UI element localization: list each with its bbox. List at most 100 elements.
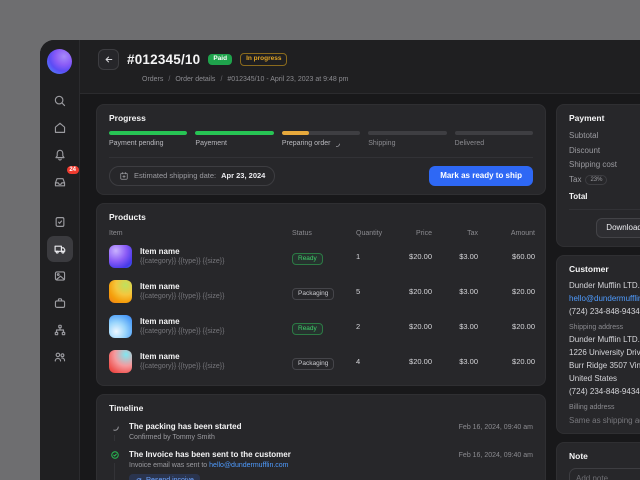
spinner-icon: [333, 140, 341, 148]
step-payment: Payement: [195, 131, 274, 148]
shipping-date-label: Estimated shipping date:: [134, 171, 217, 180]
timeline-timestamp: Feb 16, 2024, 09:40 am: [458, 423, 533, 431]
inbox-badge: 24: [66, 166, 79, 174]
breadcrumb-order-details[interactable]: Order details: [175, 76, 215, 83]
products-card: Products Item Status Quantity Price Tax …: [96, 202, 546, 386]
mark-ready-button[interactable]: Mark as ready to ship: [429, 165, 533, 186]
progress-card: Progress Payment pending Payement Prepar…: [96, 104, 546, 195]
product-amount: $20.00: [512, 356, 535, 366]
shipping-address-line: 1226 University Drive: [569, 347, 640, 357]
billing-address-label: Billing address: [569, 403, 615, 411]
breadcrumb-current: #012345/10 - April 23, 2023 at 9:48 pm: [227, 76, 349, 83]
table-row[interactable]: Item name {{category}} {{type}} {{size}}…: [109, 276, 535, 307]
payment-row-tax: Tax 23%: [569, 174, 640, 185]
image-icon: [53, 269, 67, 283]
product-meta: {{category}} {{type}} {{size}}: [140, 328, 225, 335]
table-row[interactable]: Item name {{category}} {{type}} {{size}}…: [109, 241, 535, 272]
shipping-address-line: (724) 234-848-9434: [569, 386, 640, 396]
step-shipping: Shipping: [368, 131, 447, 148]
payment-row-discount: Discount: [569, 145, 601, 155]
arrow-left-icon: [103, 54, 114, 65]
bell-icon: [53, 148, 67, 162]
download-invoice-button[interactable]: Download invoice: [596, 217, 640, 238]
payment-row-total: Total: [569, 191, 588, 201]
sidebar-item-gallery[interactable]: [47, 263, 73, 289]
customer-email-link[interactable]: hello@dundermufflin.com: [569, 294, 640, 303]
table-header: Item Status Quantity Price Tax Amount: [109, 229, 535, 237]
table-row[interactable]: Item name {{category}} {{type}} {{size}}…: [109, 346, 535, 377]
product-thumbnail: [109, 349, 132, 373]
breadcrumb: Orders / Order details / #012345/10 - Ap…: [142, 76, 640, 83]
payment-title: Payment: [569, 113, 605, 123]
sidebar-item-orders[interactable]: [47, 209, 73, 235]
sidebar-item-notifications[interactable]: [47, 142, 73, 168]
product-status-badge: Ready: [292, 322, 323, 336]
customer-title: Customer: [569, 263, 609, 274]
product-tax: $3.00: [459, 286, 478, 296]
page-header: #012345/10 Paid In progress Orders / Ord…: [80, 40, 640, 94]
users-icon: [53, 350, 67, 364]
briefcase-icon: [53, 296, 67, 310]
product-thumbnail: [109, 244, 132, 268]
timeline-card: Timeline The packing has been started Fe…: [96, 393, 546, 480]
product-quantity: 5: [356, 286, 361, 296]
shipping-address-line: United States: [569, 373, 618, 383]
sidebar-item-customers[interactable]: [47, 344, 73, 370]
step-payment-pending: Payment pending: [109, 131, 188, 148]
product-amount: $60.00: [512, 251, 535, 261]
product-name: Item name: [140, 317, 180, 326]
sidebar-item-shipping[interactable]: [46, 236, 73, 262]
breadcrumb-separator: /: [168, 76, 171, 83]
customer-card: Customer Dunder Mufflin LTD. hello@dunde…: [556, 254, 640, 434]
timeline-title: Timeline: [109, 402, 144, 413]
breadcrumb-orders[interactable]: Orders: [142, 76, 163, 83]
inbox-icon: [53, 175, 67, 189]
timeline-entry: The Invoice has been sent to the custome…: [109, 450, 533, 480]
product-quantity: 2: [356, 321, 361, 331]
product-name: Item name: [140, 282, 180, 291]
customer-email-link[interactable]: hello@dundermufflin.com: [209, 462, 288, 469]
payment-row-shipping-cost: Shipping cost: [569, 160, 618, 169]
note-title: Note: [569, 450, 588, 461]
product-price: $20.00: [409, 286, 432, 296]
calendar-plus-icon: [119, 171, 129, 181]
product-tax: $3.00: [459, 356, 478, 366]
product-price: $20.00: [409, 251, 432, 261]
sidebar-item-inbox[interactable]: 24: [47, 166, 79, 195]
sidebar-item-home[interactable]: [47, 115, 73, 141]
timeline-entry: The packing has been started Feb 16, 202…: [109, 422, 533, 441]
shipping-address-line: Dunder Mufflin LTD.: [569, 334, 640, 344]
table-row[interactable]: Item name {{category}} {{type}} {{size}}…: [109, 311, 535, 342]
timeline-event-subtitle: Confirmed by Tommy Smith: [129, 433, 215, 441]
product-meta: {{category}} {{type}} {{size}}: [140, 258, 225, 265]
billing-address-value: Same as shipping address: [569, 415, 640, 425]
search-icon: [53, 94, 67, 108]
content-area: Progress Payment pending Payement Prepar…: [80, 94, 640, 480]
timeline-event-title: The Invoice has been sent to the custome…: [129, 449, 291, 459]
tax-rate-badge: 23%: [585, 174, 608, 185]
product-meta: {{category}} {{type}} {{size}}: [140, 293, 225, 300]
back-button[interactable]: [98, 49, 119, 70]
product-name: Item name: [140, 247, 180, 256]
shipping-address-line: Burr Ridge 3507 Vine Street: [569, 360, 640, 370]
products-title: Products: [109, 211, 146, 222]
sidebar: 24: [40, 40, 80, 480]
shipping-address-label: Shipping address: [569, 323, 624, 331]
refresh-icon: [135, 477, 143, 480]
status-badge: In progress: [240, 52, 288, 67]
main-area: #012345/10 Paid In progress Orders / Ord…: [80, 40, 640, 480]
app-window: 24 #012345/10 Paid In progress Orders / …: [40, 40, 640, 480]
note-input[interactable]: [569, 467, 640, 480]
sidebar-item-search[interactable]: [47, 88, 73, 114]
product-status-badge: Packaging: [292, 287, 335, 301]
timeline-connector: [114, 462, 115, 480]
resend-invoice-button[interactable]: Resend incoive: [129, 473, 200, 480]
estimated-shipping-date-pill[interactable]: Estimated shipping date: Apr 23, 2024: [109, 165, 276, 186]
product-tax: $3.00: [459, 251, 478, 261]
sidebar-item-products[interactable]: [47, 290, 73, 316]
progress-title: Progress: [109, 113, 146, 123]
product-status-badge: Packaging: [292, 357, 335, 371]
sidebar-item-network[interactable]: [47, 317, 73, 343]
app-logo[interactable]: [47, 49, 72, 74]
timeline-event-title: The packing has been started: [129, 421, 242, 431]
